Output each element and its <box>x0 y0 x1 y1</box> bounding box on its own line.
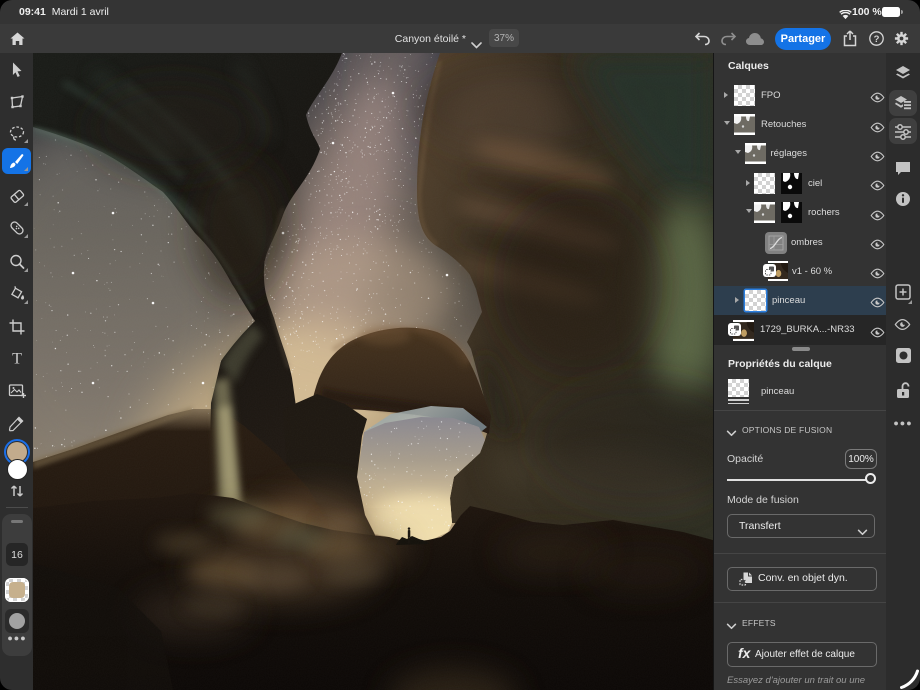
svg-text:T: T <box>12 351 22 368</box>
svg-text:?: ? <box>874 34 880 45</box>
